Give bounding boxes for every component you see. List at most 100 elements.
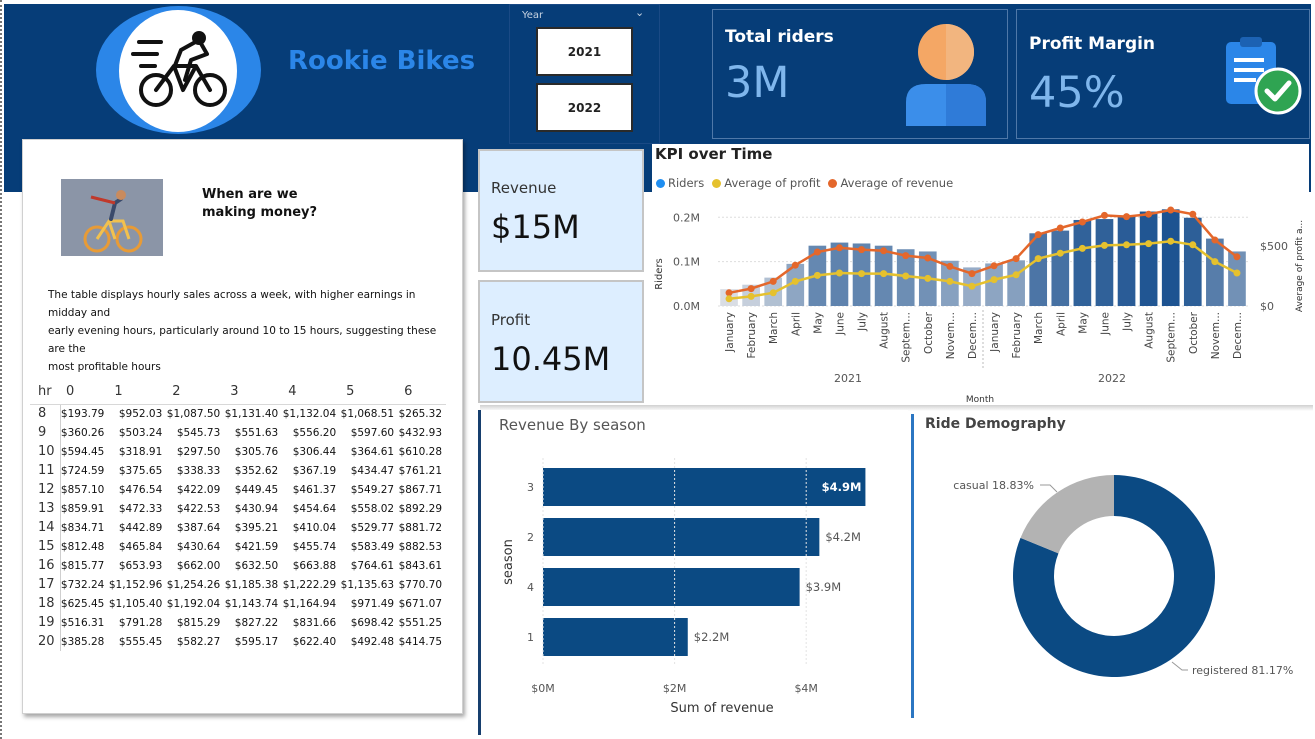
revenue-point[interactable] (858, 246, 866, 254)
riders-bar[interactable] (985, 263, 1003, 306)
panel-divider (911, 414, 914, 718)
table-cell: $597.60 (350, 426, 395, 439)
revenue-point[interactable] (880, 247, 888, 255)
profit-point[interactable] (1100, 241, 1108, 249)
profit-point[interactable] (902, 272, 910, 280)
season-bar[interactable] (543, 518, 820, 556)
profit-point[interactable] (1056, 249, 1064, 257)
profit-point[interactable] (1167, 237, 1175, 245)
legend-item-riders[interactable]: Riders (656, 176, 704, 190)
cyclist-icon (131, 31, 227, 107)
profit-label: Profit (491, 311, 531, 329)
season-value-label: $4.2M (825, 530, 861, 544)
profit-point[interactable] (1078, 244, 1086, 252)
profit-point[interactable] (1211, 258, 1219, 266)
revenue-point[interactable] (813, 248, 821, 256)
legend-item-profit[interactable]: Average of profit (712, 176, 820, 190)
table-cell: $610.28 (398, 445, 442, 458)
profit-point[interactable] (1123, 241, 1131, 249)
revenue-point[interactable] (1078, 218, 1086, 226)
chevron-down-icon[interactable]: ⌄ (635, 6, 644, 19)
profit-point[interactable] (1034, 255, 1042, 263)
revenue-point[interactable] (747, 285, 755, 293)
table-cell: $622.40 (292, 635, 337, 648)
revenue-point[interactable] (968, 270, 976, 278)
revenue-point[interactable] (725, 289, 733, 297)
table-cell: $1,132.04 (282, 407, 337, 420)
revenue-point[interactable] (769, 277, 777, 285)
revenue-point[interactable] (1100, 211, 1108, 219)
profit-point[interactable] (880, 270, 888, 278)
riders-bar[interactable] (1073, 219, 1092, 306)
table-cell: $364.61 (350, 445, 395, 458)
profit-point[interactable] (813, 271, 821, 279)
profit-point[interactable] (747, 292, 755, 300)
kpi-over-time-chart: Riders Average of profit a... 2021 2022 … (654, 206, 1305, 405)
revenue-point[interactable] (946, 262, 954, 270)
profit-point[interactable] (858, 270, 866, 278)
description-line: most profitable hours (48, 361, 161, 373)
riders-bar[interactable] (1161, 209, 1180, 306)
riders-bar[interactable] (1139, 211, 1158, 306)
donut-slice-casual[interactable] (1020, 475, 1114, 554)
riders-bar[interactable] (1183, 217, 1202, 306)
riders-bar[interactable] (1117, 215, 1136, 306)
revenue-point[interactable] (1233, 253, 1241, 261)
profit-point[interactable] (1233, 269, 1241, 277)
profit-point[interactable] (968, 282, 976, 290)
year-option-2021[interactable]: 2021 (536, 27, 633, 76)
riders-bar[interactable] (1051, 230, 1070, 306)
riders-bar[interactable] (1095, 219, 1114, 306)
revenue-point[interactable] (791, 261, 799, 269)
hourly-description: The table displays hourly sales across a… (48, 286, 450, 376)
x-tick-label: $4M (794, 682, 818, 695)
y2-axis-label: Average of profit a... (1295, 220, 1305, 312)
profit-point[interactable] (924, 274, 932, 282)
profit-point[interactable] (725, 295, 733, 303)
profit-point[interactable] (990, 276, 998, 284)
revenue-point[interactable] (1034, 231, 1042, 239)
revenue-point[interactable] (924, 254, 932, 262)
season-bar[interactable] (543, 568, 800, 606)
revenue-point[interactable] (1123, 213, 1131, 221)
legend-dot (656, 178, 665, 188)
row-header: 17 (30, 575, 61, 594)
profit-point[interactable] (1145, 240, 1153, 248)
riders-bar[interactable] (1206, 238, 1224, 306)
season-bar[interactable] (543, 468, 866, 506)
revenue-point[interactable] (1167, 206, 1175, 214)
profit-point[interactable] (1012, 271, 1020, 279)
season-bar[interactable] (543, 618, 688, 656)
year-option-2022[interactable]: 2022 (536, 83, 633, 132)
riders-bar[interactable] (1029, 233, 1048, 306)
table-cell: $1,164.94 (282, 597, 337, 610)
revenue-point[interactable] (1012, 255, 1020, 263)
legend-item-revenue[interactable]: Average of revenue (828, 176, 953, 190)
revenue-point[interactable] (835, 244, 843, 252)
profit-point[interactable] (769, 289, 777, 297)
profit-point[interactable] (835, 269, 843, 277)
revenue-point[interactable] (1211, 236, 1219, 244)
table-cell: $594.45 (60, 445, 105, 458)
month-tick-label: January (989, 312, 1001, 353)
column-header: 3 (224, 380, 283, 405)
revenue-point[interactable] (1145, 210, 1153, 218)
profit-point[interactable] (1189, 241, 1197, 249)
riders-bar[interactable] (1007, 260, 1025, 306)
table-cell: $1,185.38 (224, 578, 279, 591)
description-line: early evening hours, particularly around… (48, 325, 437, 355)
table-cell: $582.27 (176, 635, 221, 648)
revenue-axis-label: Sum of revenue (670, 701, 773, 716)
question-line: When are we (202, 187, 298, 202)
column-header: 5 (340, 380, 399, 405)
table-cell: $662.00 (176, 559, 221, 572)
revenue-point[interactable] (1056, 224, 1064, 232)
revenue-point[interactable] (1189, 210, 1197, 218)
revenue-point[interactable] (902, 252, 910, 260)
table-cell: $421.59 (234, 540, 279, 553)
revenue-point[interactable] (990, 262, 998, 270)
profit-point[interactable] (791, 277, 799, 285)
table-cell: $516.31 (60, 616, 105, 629)
table-cell: $375.65 (118, 464, 163, 477)
profit-point[interactable] (946, 277, 954, 285)
